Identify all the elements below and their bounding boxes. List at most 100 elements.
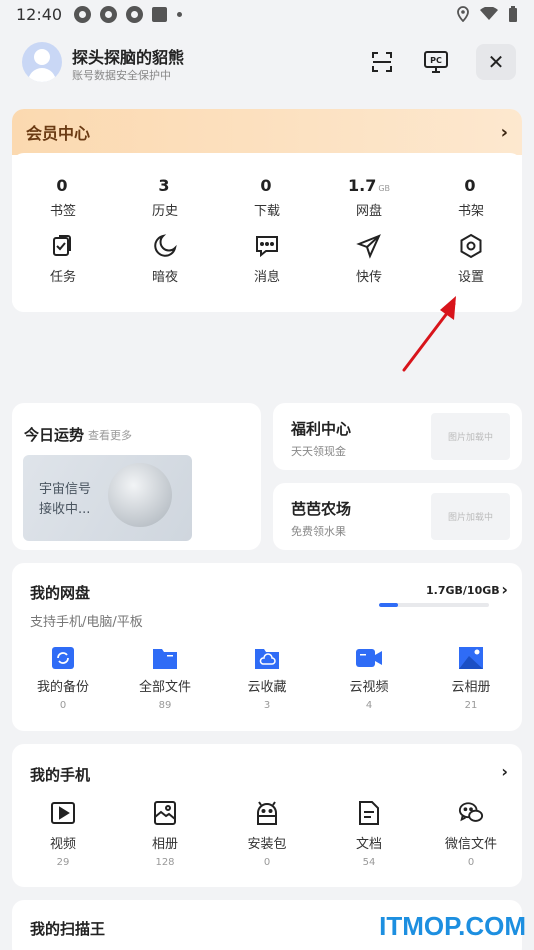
send-icon xyxy=(356,234,381,259)
storage-usage-bar xyxy=(379,603,489,607)
chevron-right-icon: › xyxy=(500,121,508,143)
disk-item-all-files[interactable]: 全部文件 89 xyxy=(114,647,216,711)
storage-usage-text: 1.7GB/10GB xyxy=(426,584,500,597)
member-center-body: 0 书签 3 历史 0 下载 1.7 GB 网盘 0 书架 任务 暗夜 消息 快… xyxy=(12,153,522,312)
farm-title: 芭芭农场 xyxy=(291,500,352,518)
phone-item-album[interactable]: 相册 128 xyxy=(114,800,216,868)
welfare-center-card[interactable]: 福利中心 天天领现金 图片加载中 xyxy=(273,403,522,470)
app-notification-icon xyxy=(74,5,92,23)
stats-row: 0 书签 3 历史 0 下载 1.7 GB 网盘 0 书架 xyxy=(12,153,522,219)
more-notifications-icon xyxy=(177,11,183,17)
item-label: 云视频 xyxy=(349,680,389,695)
settings-icon xyxy=(460,233,482,259)
chevron-right-icon[interactable]: › xyxy=(501,580,508,599)
fortune-more-link[interactable]: 查看更多 xyxy=(88,427,132,443)
tools-row: 任务 暗夜 消息 快传 设置 xyxy=(12,233,522,285)
item-label: 全部文件 xyxy=(138,680,191,695)
stat-bookmarks[interactable]: 0 书签 xyxy=(12,176,114,219)
member-center-header[interactable]: 会员中心 › xyxy=(12,109,522,155)
stat-label: 网盘 xyxy=(355,204,382,219)
cloud-disk-title[interactable]: 我的网盘 xyxy=(30,582,90,603)
tool-label: 消息 xyxy=(253,270,280,285)
item-label: 微信文件 xyxy=(444,837,497,852)
wechat-icon xyxy=(458,802,484,822)
welfare-image-placeholder: 图片加载中 xyxy=(431,413,510,460)
scan-icon xyxy=(372,52,392,72)
stat-value: 0 xyxy=(56,176,68,195)
photo-notification-icon xyxy=(152,6,168,22)
farm-subtitle: 免费领水果 xyxy=(291,525,346,538)
my-phone-items: 视频 29 相册 128 安装包 0 文档 54 微信文件 0 xyxy=(12,800,522,868)
fortune-image: 宇宙信号 接收中... xyxy=(23,455,192,541)
chevron-right-icon[interactable]: › xyxy=(501,762,508,781)
stat-label: 下载 xyxy=(253,204,280,219)
disk-item-cloud-album[interactable]: 云相册 21 xyxy=(420,647,522,711)
stat-label: 书签 xyxy=(49,204,76,219)
battery-icon xyxy=(509,5,517,22)
phone-item-documents[interactable]: 文档 54 xyxy=(318,800,420,868)
my-phone-card: 我的手机 › 视频 29 相册 128 安装包 0 文档 54 微信文件 0 xyxy=(12,744,522,887)
phone-item-video[interactable]: 视频 29 xyxy=(12,800,114,868)
watermark: ITMOP.COM xyxy=(379,911,526,941)
fortune-title: 今日运势 xyxy=(24,426,85,444)
stat-history[interactable]: 3 历史 xyxy=(114,176,216,219)
welfare-subtitle: 天天领现金 xyxy=(291,445,346,458)
clock: 12:40 xyxy=(16,4,63,24)
disk-item-backup[interactable]: 我的备份 0 xyxy=(12,647,114,711)
phone-item-wechat-files[interactable]: 微信文件 0 xyxy=(420,800,522,868)
scan-button[interactable] xyxy=(362,44,402,80)
stat-value: 0 xyxy=(260,176,272,195)
app-notification-icon xyxy=(126,5,144,23)
farm-card[interactable]: 芭芭农场 免费领水果 图片加载中 xyxy=(273,483,522,550)
task-icon xyxy=(53,235,71,256)
close-button[interactable]: ✕ xyxy=(476,44,516,80)
item-count: 128 xyxy=(155,857,175,868)
status-bar: 12:40 xyxy=(0,0,534,28)
disk-item-cloud-video[interactable]: 云视频 4 xyxy=(318,647,420,711)
item-count: 0 xyxy=(467,857,475,868)
member-center-title: 会员中心 xyxy=(26,124,91,143)
member-center-card: 会员中心 › 0 书签 3 历史 0 下载 1.7 GB 网盘 0 书架 任务 … xyxy=(12,109,522,312)
tool-messages[interactable]: 消息 xyxy=(216,233,318,285)
image-icon xyxy=(154,801,176,825)
stat-unit: GB xyxy=(378,184,391,193)
item-count: 0 xyxy=(59,700,67,711)
fortune-image-line2: 接收中... xyxy=(39,502,91,517)
tool-settings[interactable]: 设置 xyxy=(420,233,522,285)
video-camera-icon xyxy=(356,649,382,667)
stat-label: 历史 xyxy=(151,204,178,219)
account-security-text: 账号数据安全保护中 xyxy=(72,69,171,82)
welfare-title: 福利中心 xyxy=(291,420,352,438)
item-label: 视频 xyxy=(49,837,76,852)
daily-fortune-card[interactable]: 今日运势 查看更多 宇宙信号 接收中... xyxy=(12,403,261,550)
item-count: 21 xyxy=(464,700,478,711)
backup-icon xyxy=(52,647,74,669)
location-icon xyxy=(457,6,469,22)
item-label: 安装包 xyxy=(247,837,287,852)
stat-bookshelf[interactable]: 0 书架 xyxy=(420,176,522,219)
tool-tasks[interactable]: 任务 xyxy=(12,233,114,285)
stat-label: 书架 xyxy=(457,204,484,219)
avatar[interactable] xyxy=(22,42,62,82)
phone-item-packages[interactable]: 安装包 0 xyxy=(216,800,318,868)
item-label: 相册 xyxy=(151,837,178,852)
tool-night-mode[interactable]: 暗夜 xyxy=(114,233,216,285)
item-count: 3 xyxy=(263,700,271,711)
cloud-folder-icon xyxy=(255,649,279,669)
moon-icon xyxy=(154,234,177,257)
storage-usage-fill xyxy=(379,603,398,607)
pc-mode-button[interactable]: PC xyxy=(416,44,456,80)
stat-value: 3 xyxy=(158,176,170,195)
disk-item-cloud-favorites[interactable]: 云收藏 3 xyxy=(216,647,318,711)
my-scanner-title: 我的扫描王 xyxy=(30,920,106,938)
wifi-icon xyxy=(480,7,498,20)
stat-downloads[interactable]: 0 下载 xyxy=(216,176,318,219)
fortune-image-text: 宇宙信号 接收中... xyxy=(39,480,91,520)
tool-label: 暗夜 xyxy=(151,270,178,285)
username[interactable]: 探头探脑的貂熊 xyxy=(72,44,184,68)
tool-quick-transfer[interactable]: 快传 xyxy=(318,233,420,285)
item-count: 4 xyxy=(365,700,373,711)
stat-cloud-disk[interactable]: 1.7 GB 网盘 xyxy=(318,176,420,219)
app-notification-icon xyxy=(100,5,118,23)
my-phone-title[interactable]: 我的手机 xyxy=(30,764,90,785)
